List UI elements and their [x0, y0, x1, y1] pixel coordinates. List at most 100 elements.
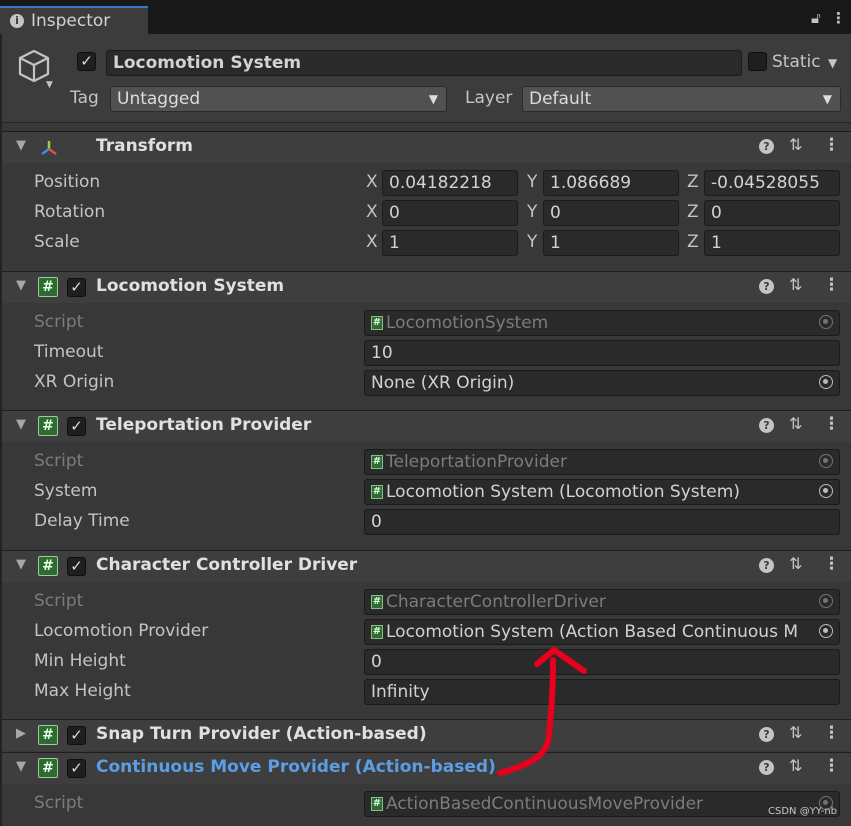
more-options-icon[interactable]: ⋮ [823, 756, 840, 776]
position-z-field[interactable]: -0.04528055 [704, 170, 840, 196]
more-options-icon[interactable]: ⋮ [823, 135, 840, 155]
chevron-down-icon: ▼ [822, 92, 832, 106]
axis-y-label[interactable]: Y [527, 202, 537, 222]
min-height-field[interactable]: 0 [364, 649, 840, 675]
active-checkbox[interactable]: ✓ [77, 52, 96, 71]
teleportation-provider-header[interactable]: ▼ # ✓ Teleportation Provider ? ⇅ ⋮ [2, 410, 851, 442]
locomotion-provider-field[interactable]: # Locomotion System (Action Based Continu… [364, 619, 840, 645]
timeout-field[interactable]: 10 [364, 340, 840, 366]
rotation-y-field[interactable]: 0 [543, 200, 679, 226]
timeout-label: Timeout [34, 342, 104, 362]
transform-header[interactable]: ▼ Transform ? ⇅ ⋮ [2, 131, 851, 163]
object-header: ▼ ✓ Locomotion System Static ▼ Tag Untag… [2, 34, 851, 123]
position-x-field[interactable]: 0.04182218 [382, 170, 518, 196]
script-field: # CharacterControllerDriver [364, 589, 840, 615]
scale-y-field[interactable]: 1 [543, 230, 679, 256]
axis-x-label[interactable]: X [366, 172, 378, 192]
rotation-z-field[interactable]: 0 [704, 200, 840, 226]
foldout-expanded-icon[interactable]: ▼ [16, 557, 26, 572]
watermark: CSDN @YY-nb [768, 806, 838, 817]
object-picker-icon[interactable] [819, 624, 833, 638]
script-field: # LocomotionSystem [364, 310, 840, 336]
system-value: Locomotion System (Locomotion System) [386, 482, 740, 502]
component-title: Continuous Move Provider (Action-based) [96, 757, 496, 777]
foldout-collapsed-icon[interactable]: ▶ [16, 726, 26, 741]
min-height-label: Min Height [34, 651, 126, 671]
axis-y-label[interactable]: Y [527, 232, 537, 252]
script-icon: # [38, 416, 58, 436]
layer-dropdown[interactable]: Default ▼ [522, 86, 841, 112]
delay-time-label: Delay Time [34, 511, 130, 531]
component-enabled-checkbox[interactable]: ✓ [67, 557, 86, 576]
presets-icon[interactable]: ⇅ [789, 275, 802, 294]
locomotion-provider-value: Locomotion System (Action Based Continuo… [386, 622, 799, 642]
object-picker-icon[interactable] [819, 484, 833, 498]
tab-inspector[interactable]: i Inspector [0, 6, 148, 34]
xr-origin-field[interactable]: None (XR Origin) [364, 370, 840, 396]
locomotion-system-header[interactable]: ▼ # ✓ Locomotion System ? ⇅ ⋮ [2, 271, 851, 303]
layer-value: Default [529, 89, 592, 109]
system-field[interactable]: # Locomotion System (Locomotion System) [364, 479, 840, 505]
presets-icon[interactable]: ⇅ [789, 414, 802, 433]
component-enabled-checkbox[interactable]: ✓ [67, 278, 86, 297]
scale-x-field[interactable]: 1 [382, 230, 518, 256]
axis-x-label[interactable]: X [366, 232, 378, 252]
help-icon[interactable]: ? [759, 279, 774, 294]
component-title: Character Controller Driver [96, 555, 358, 575]
max-height-field[interactable]: Infinity [364, 679, 840, 705]
gameobject-cube-icon[interactable] [16, 48, 52, 84]
help-icon[interactable]: ? [759, 727, 774, 742]
static-label[interactable]: Static [772, 52, 821, 72]
character-controller-driver-header[interactable]: ▼ # ✓ Character Controller Driver ? ⇅ ⋮ [2, 550, 851, 582]
chevron-down-icon: ▼ [428, 92, 438, 106]
object-picker-icon [819, 594, 833, 608]
script-label: Script [34, 451, 84, 471]
script-icon: # [371, 797, 383, 811]
more-options-icon[interactable]: ⋮ [823, 414, 840, 434]
layer-label: Layer [465, 88, 513, 108]
more-options-icon[interactable]: ⋮ [823, 554, 840, 574]
help-icon[interactable]: ? [759, 760, 774, 775]
axis-x-label[interactable]: X [366, 202, 378, 222]
axis-z-label[interactable]: Z [687, 172, 699, 192]
delay-time-field[interactable]: 0 [364, 509, 840, 535]
presets-icon[interactable]: ⇅ [789, 554, 802, 573]
axis-z-label[interactable]: Z [687, 232, 699, 252]
axis-z-label[interactable]: Z [687, 202, 699, 222]
help-icon[interactable]: ? [759, 558, 774, 573]
snap-turn-provider-header[interactable]: ▶ # ✓ Snap Turn Provider (Action-based) … [2, 719, 851, 751]
icon-dropdown-arrow[interactable]: ▼ [46, 80, 53, 90]
more-options-icon[interactable]: ⋮ [823, 275, 840, 295]
script-field: # TeleportationProvider [364, 449, 840, 475]
more-options-icon[interactable]: ⋮ [823, 723, 840, 743]
tag-label: Tag [70, 88, 99, 108]
foldout-expanded-icon[interactable]: ▼ [16, 417, 26, 432]
max-height-label: Max Height [34, 681, 131, 701]
foldout-expanded-icon[interactable]: ▼ [16, 759, 26, 774]
foldout-expanded-icon[interactable]: ▼ [16, 138, 26, 153]
script-icon: # [371, 625, 383, 639]
foldout-expanded-icon[interactable]: ▼ [16, 278, 26, 293]
xr-origin-label: XR Origin [34, 372, 115, 392]
component-enabled-checkbox[interactable]: ✓ [67, 726, 86, 745]
lock-icon[interactable]: 🔓︎ [811, 9, 821, 27]
static-dropdown-icon[interactable]: ▼ [828, 56, 837, 70]
static-checkbox[interactable] [748, 52, 767, 71]
axis-y-label[interactable]: Y [527, 172, 537, 192]
help-icon[interactable]: ? [759, 418, 774, 433]
more-menu-icon[interactable]: ⋮ [831, 9, 846, 27]
continuous-move-provider-header[interactable]: ▼ # ✓ Continuous Move Provider (Action-b… [2, 752, 851, 784]
object-picker-icon[interactable] [819, 375, 833, 389]
tag-dropdown[interactable]: Untagged ▼ [110, 86, 447, 112]
presets-icon[interactable]: ⇅ [789, 756, 802, 775]
component-enabled-checkbox[interactable]: ✓ [67, 417, 86, 436]
presets-icon[interactable]: ⇅ [789, 723, 802, 742]
help-icon[interactable]: ? [759, 139, 774, 154]
presets-icon[interactable]: ⇅ [789, 135, 802, 154]
scale-z-field[interactable]: 1 [704, 230, 840, 256]
position-y-field[interactable]: 1.086689 [543, 170, 679, 196]
component-enabled-checkbox[interactable]: ✓ [67, 759, 86, 778]
rotation-x-field[interactable]: 0 [382, 200, 518, 226]
script-value: ActionBasedContinuousMoveProvider [386, 794, 704, 814]
object-name-field[interactable]: Locomotion System [106, 50, 742, 76]
